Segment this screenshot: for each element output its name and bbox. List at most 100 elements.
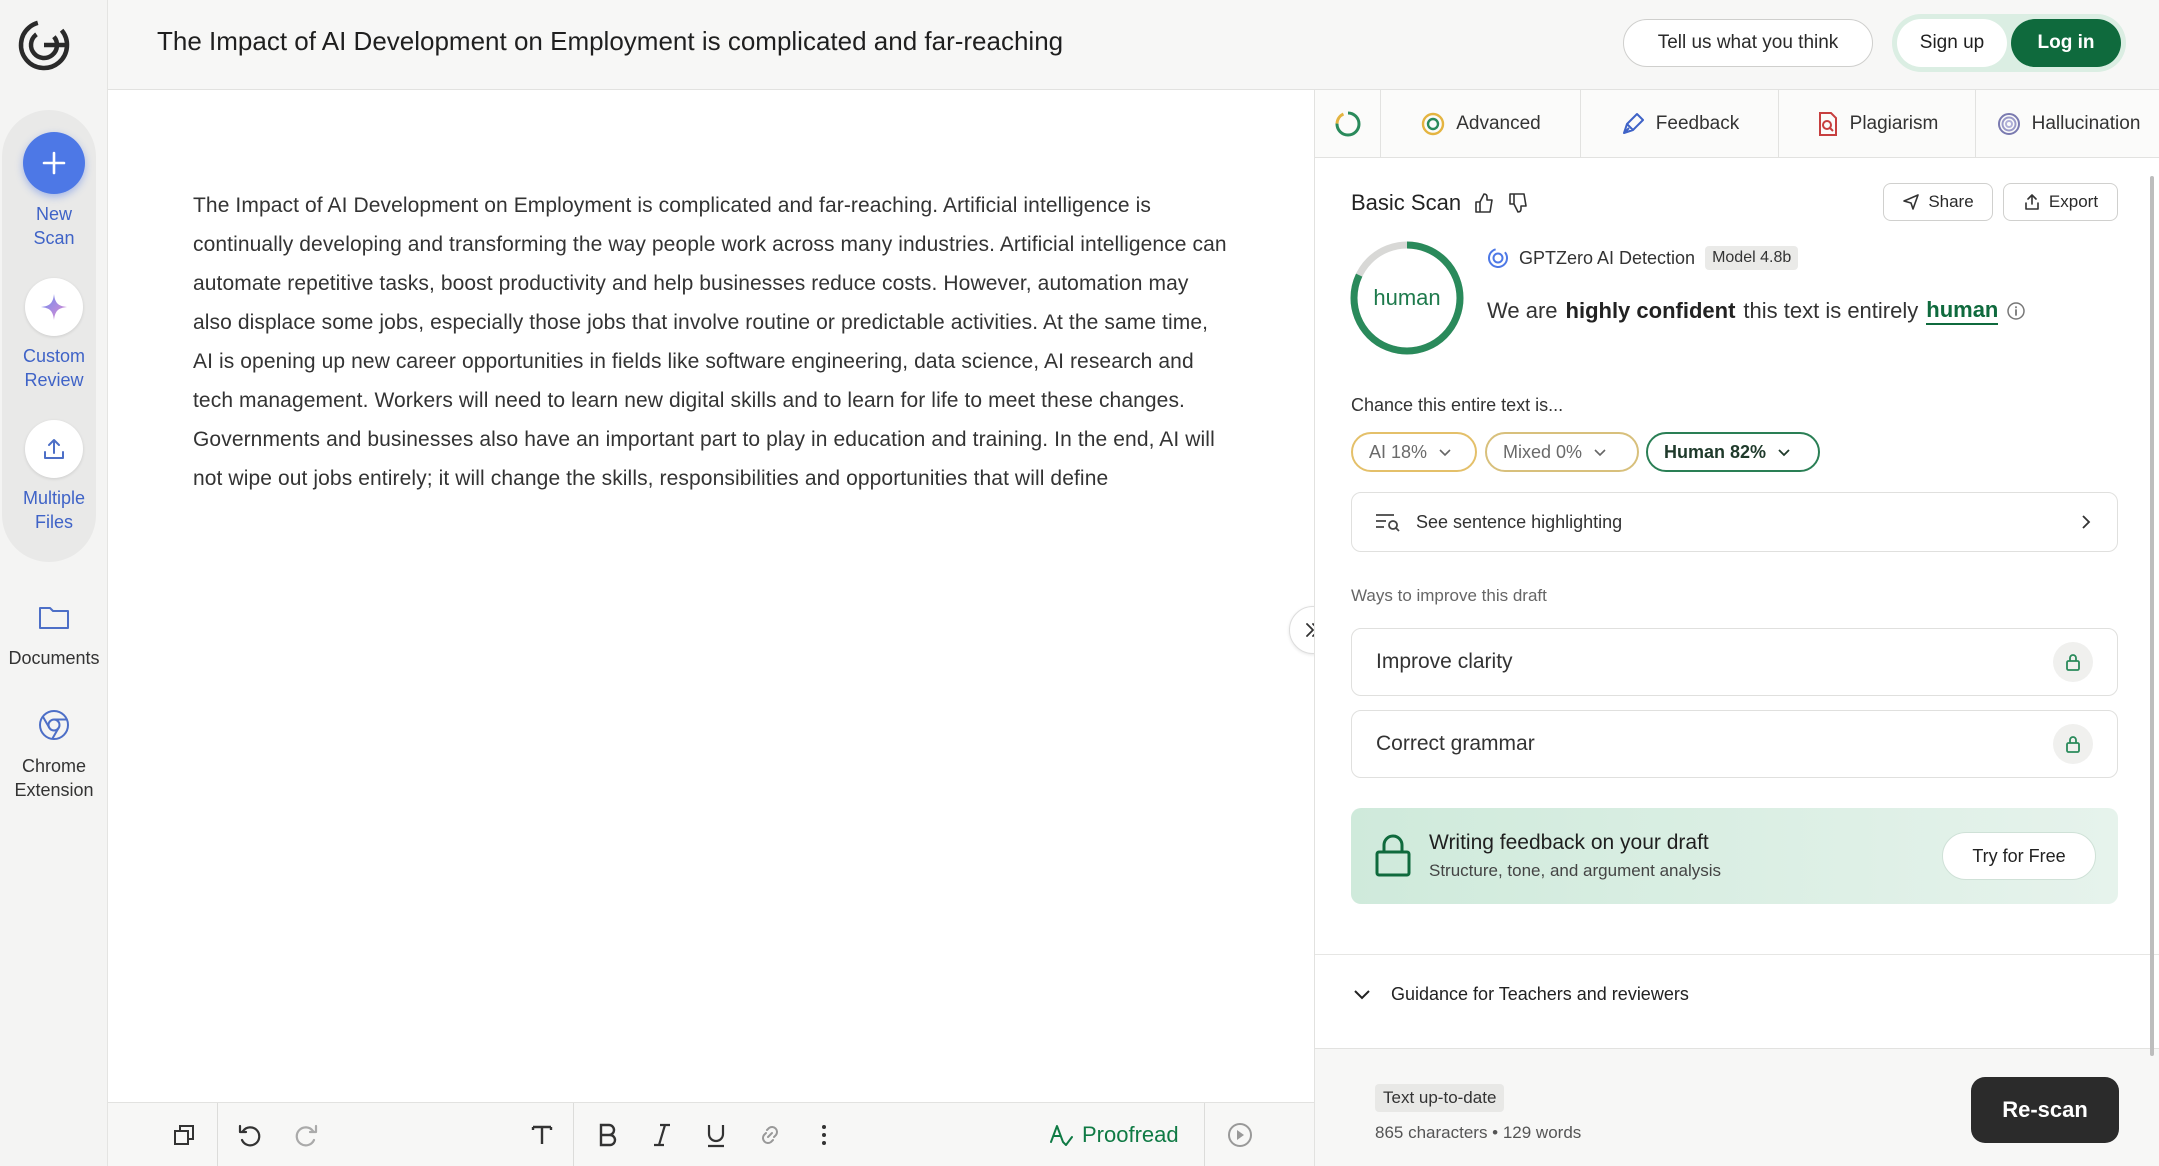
chrome-icon[interactable] — [25, 702, 83, 748]
undo-icon[interactable] — [234, 1119, 266, 1151]
sparkle-icon[interactable] — [25, 278, 83, 336]
signup-button[interactable]: Sign up — [1897, 19, 2007, 67]
tab-feedback[interactable]: Feedback — [1581, 90, 1779, 158]
thumbs-down-icon[interactable] — [1507, 192, 1529, 214]
chevron-right-icon — [2082, 515, 2091, 529]
italic-icon[interactable] — [646, 1119, 678, 1151]
guidance-toggle[interactable]: Guidance for Teachers and reviewers — [1351, 983, 1689, 1005]
share-button[interactable]: Share — [1883, 183, 1993, 221]
advanced-icon — [1422, 112, 1445, 136]
panel-footer: Text up-to-date 865 characters • 129 wor… — [1315, 1048, 2159, 1166]
results-panel: Advanced Feedback Plagiarism Hallucinati… — [1314, 90, 2159, 1166]
tab-feedback-label: Feedback — [1655, 113, 1740, 134]
rail-new-scan[interactable]: New Scan — [0, 132, 108, 250]
redo-icon[interactable] — [290, 1119, 322, 1151]
gptzero-mini-logo-icon — [1488, 248, 1508, 268]
gptzero-logo-icon[interactable] — [17, 18, 71, 72]
detector-name: GPTZero AI Detection — [1519, 247, 1696, 268]
result-ring-label: human — [1373, 285, 1441, 310]
editor-content[interactable]: The Impact of AI Development on Employme… — [193, 186, 1228, 498]
writing-feedback-promo: Writing feedback on your draft Structure… — [1351, 808, 2118, 904]
tab-advanced-label: Advanced — [1456, 113, 1541, 134]
info-icon[interactable] — [2006, 301, 2026, 321]
rail-multiple-files-label: Multiple Files — [22, 488, 86, 532]
rescan-button[interactable]: Re-scan — [1971, 1077, 2119, 1143]
panel-scrollbar[interactable] — [2150, 176, 2154, 1056]
text-editor[interactable]: The Impact of AI Development on Employme… — [108, 90, 1314, 1102]
lock-icon — [1375, 834, 1411, 877]
rail-new-scan-label: New Scan — [33, 204, 75, 248]
confidence-middle: this text is entirely — [1743, 298, 1919, 323]
confidence-prefix: We are — [1487, 298, 1558, 323]
pen-icon — [1622, 113, 1644, 134]
proofread-icon — [1050, 1125, 1073, 1146]
thumbs-up-icon[interactable] — [1473, 192, 1495, 214]
human-chip[interactable]: Human 82% — [1646, 432, 1820, 472]
tab-basic-scan[interactable] — [1315, 90, 1381, 158]
correct-grammar-label: Correct grammar — [1376, 732, 1535, 755]
link-icon[interactable] — [754, 1119, 786, 1151]
scan-title: Basic Scan — [1351, 190, 1462, 215]
auth-button-group: Sign up Log in — [1892, 14, 2126, 72]
improve-clarity-row[interactable]: Improve clarity — [1351, 628, 2118, 696]
document-title[interactable]: The Impact of AI Development on Employme… — [157, 26, 1063, 57]
confidence-verdict[interactable]: human — [1926, 297, 1999, 325]
rail-documents-label: Documents — [8, 648, 100, 668]
proofread-label: Proofread — [1082, 1122, 1179, 1147]
scan-title-row: Basic Scan — [1351, 190, 1529, 216]
upload-icon[interactable] — [25, 420, 83, 478]
rail-multiple-files[interactable]: Multiple Files — [0, 420, 108, 534]
chevron-down-icon — [1439, 449, 1451, 457]
tab-advanced[interactable]: Advanced — [1381, 90, 1581, 158]
tab-hallucination-label: Hallucination — [2031, 113, 2141, 134]
export-label: Export — [2048, 192, 2099, 211]
sentence-highlighting-label: See sentence highlighting — [1416, 511, 1623, 532]
tab-plagiarism[interactable]: Plagiarism — [1779, 90, 1976, 158]
lock-icon — [2053, 642, 2093, 682]
ai-chip[interactable]: AI 18% — [1351, 432, 1477, 472]
export-button[interactable]: Export — [2003, 183, 2118, 221]
chevron-down-icon — [1594, 449, 1606, 457]
confidence-statement: We are highly confident this text is ent… — [1487, 297, 2026, 325]
status-badge: Text up-to-date — [1375, 1084, 1505, 1112]
tab-hallucination[interactable]: Hallucination — [1976, 90, 2159, 158]
try-for-free-button[interactable]: Try for Free — [1942, 832, 2096, 880]
plus-icon[interactable] — [23, 132, 85, 194]
correct-grammar-row[interactable]: Correct grammar — [1351, 710, 2118, 778]
underline-icon[interactable] — [700, 1119, 732, 1151]
guidance-label: Guidance for Teachers and reviewers — [1391, 983, 1689, 1004]
rail-chrome-extension-label: Chrome Extension — [14, 756, 94, 800]
scan-ring-icon — [1335, 111, 1360, 137]
detector-row: GPTZero AI Detection Model 4.8b — [1487, 246, 1799, 270]
tell-us-button[interactable]: Tell us what you think — [1623, 19, 1873, 67]
proofread-button[interactable]: Proofread — [1048, 1119, 1179, 1151]
sentence-highlighting-row[interactable]: See sentence highlighting — [1351, 492, 2118, 552]
improve-clarity-label: Improve clarity — [1376, 650, 1513, 673]
rail-custom-review[interactable]: Custom Review — [0, 278, 108, 392]
promo-title: Writing feedback on your draft — [1429, 831, 1709, 854]
section-divider — [1315, 954, 2159, 955]
bold-icon[interactable] — [592, 1119, 624, 1151]
ways-to-improve-label: Ways to improve this draft — [1351, 586, 1547, 605]
share-label: Share — [1928, 192, 1974, 211]
more-options-icon[interactable] — [808, 1119, 840, 1151]
login-button[interactable]: Log in — [2011, 19, 2121, 67]
panel-tabs: Advanced Feedback Plagiarism Hallucinati… — [1315, 90, 2159, 158]
editor-toolbar: Proofread — [108, 1102, 1314, 1166]
mixed-chip[interactable]: Mixed 0% — [1485, 432, 1639, 472]
model-badge: Model 4.8b — [1705, 246, 1799, 270]
chance-label: Chance this entire text is... — [1351, 395, 1564, 415]
play-icon[interactable] — [1224, 1119, 1256, 1151]
export-icon — [2025, 194, 2039, 210]
text-format-icon[interactable] — [526, 1119, 558, 1151]
chevron-down-icon — [1354, 990, 1370, 1000]
mixed-chip-label: Mixed 0% — [1503, 441, 1583, 462]
folder-icon[interactable] — [25, 594, 83, 640]
rail-chrome-extension[interactable]: Chrome Extension — [0, 702, 108, 802]
copy-icon[interactable] — [168, 1119, 200, 1151]
toolbar-separator — [1204, 1103, 1205, 1166]
rail-documents[interactable]: Documents — [0, 594, 108, 670]
document-search-icon — [1818, 112, 1837, 136]
spiral-icon — [1997, 113, 2020, 135]
ai-chip-label: AI 18% — [1369, 441, 1428, 462]
